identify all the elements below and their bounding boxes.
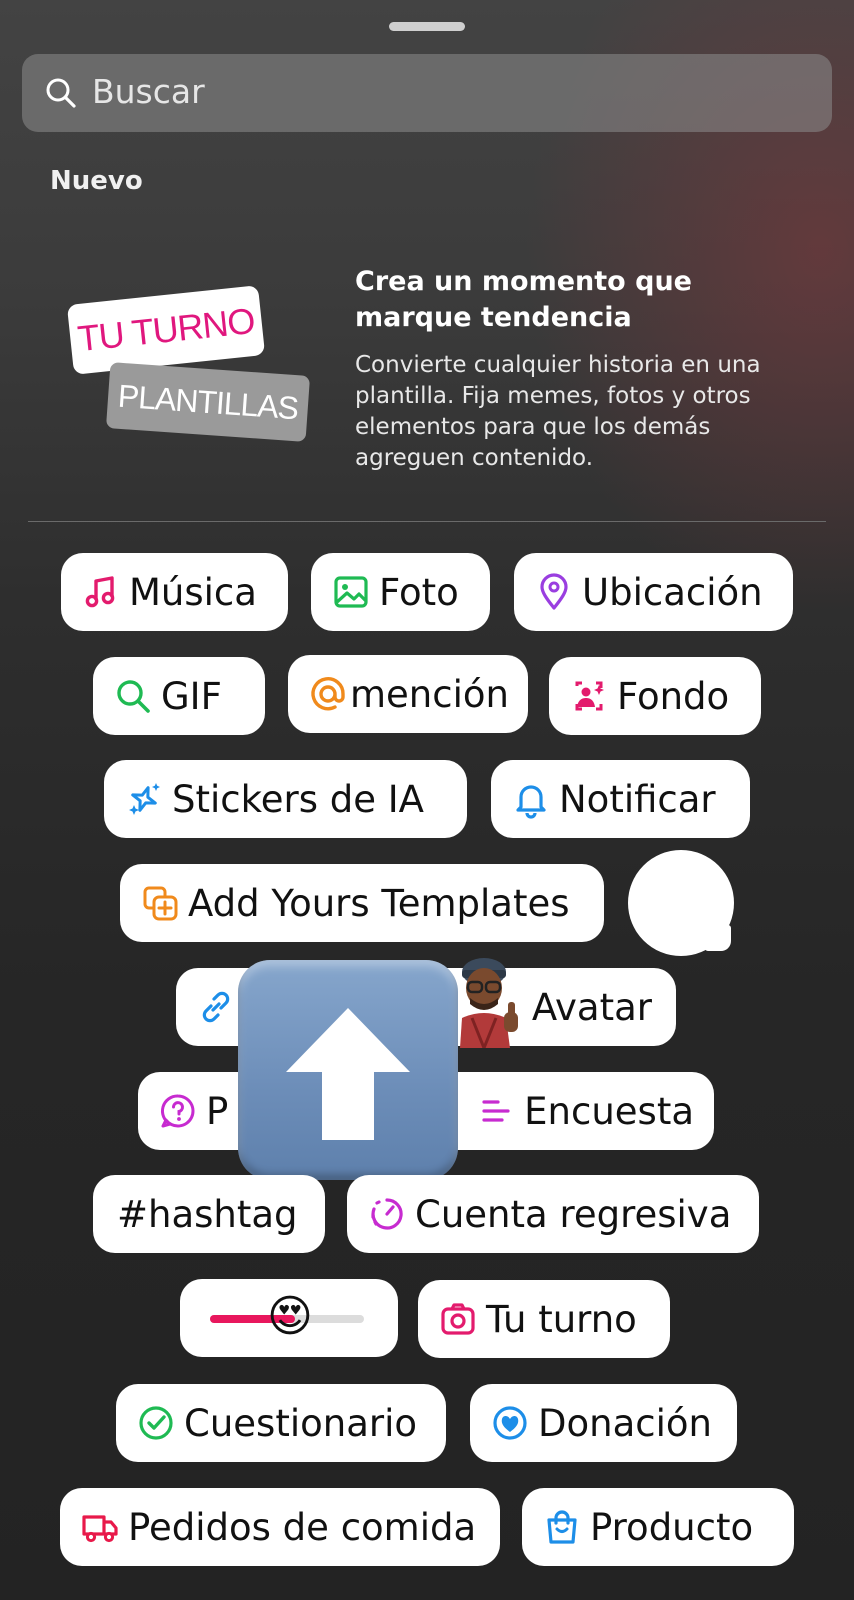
emoji-slider-track: 😍 [210, 1291, 364, 1342]
location-pin-icon [534, 572, 574, 612]
product-sticker-button[interactable]: Producto [522, 1488, 794, 1566]
link-icon[interactable] [196, 987, 236, 1027]
food-orders-label: Pedidos de comida [128, 1505, 477, 1549]
add-template-icon [140, 883, 180, 923]
tag-tu-turno: TU TURNO [66, 285, 266, 375]
gif-label: GIF [161, 674, 222, 718]
search-gif-icon [113, 676, 153, 716]
ai-stickers-button[interactable]: Stickers de IA [104, 760, 467, 838]
emoji-reaction-sticker[interactable]: 😍 [628, 850, 734, 956]
food-delivery-icon [80, 1507, 120, 1547]
divider [28, 521, 826, 522]
hashtag-label: #hashtag [117, 1193, 298, 1236]
background-sticker-button[interactable]: Fondo [549, 657, 761, 735]
question-icon[interactable] [158, 1091, 198, 1131]
poll-icon [476, 1091, 516, 1131]
photo-icon [331, 572, 371, 612]
emoji-slider-knob: 😍 [267, 1291, 313, 1342]
gif-sticker-button[interactable]: GIF [93, 657, 265, 735]
shopping-bag-icon [542, 1507, 582, 1547]
bell-icon [511, 779, 551, 819]
quiz-label: Cuestionario [184, 1401, 418, 1445]
mention-sticker-button[interactable]: mención [288, 655, 528, 733]
ai-stickers-label: Stickers de IA [172, 777, 424, 821]
promo-title: Crea un momento que marque tendencia [355, 266, 692, 333]
sheet-drag-handle[interactable] [389, 22, 465, 31]
search-input[interactable]: Buscar [92, 70, 205, 114]
countdown-label: Cuenta regresiva [415, 1192, 732, 1236]
add-yours-promo-art[interactable]: TU TURNO PLANTILLAS [60, 285, 320, 455]
section-title-new: Nuevo [50, 166, 143, 196]
threads-at-icon [308, 674, 348, 714]
music-sticker-button[interactable]: Música [61, 553, 288, 631]
product-label: Producto [590, 1505, 754, 1549]
avatar-figure-icon [460, 958, 518, 1048]
music-icon [81, 572, 121, 612]
notify-label: Notificar [559, 777, 716, 821]
music-label: Música [129, 570, 257, 614]
camera-icon [438, 1299, 478, 1339]
upload-arrow-overlay[interactable] [238, 960, 458, 1180]
emoji-slider-sticker-button[interactable]: 😍 [180, 1279, 398, 1357]
add-yours-label: Tu turno [486, 1297, 637, 1341]
countdown-icon [367, 1194, 407, 1234]
donation-sticker-button[interactable]: Donación [470, 1384, 737, 1462]
location-sticker-button[interactable]: Ubicación [514, 553, 793, 631]
promo-description: Convierte cualquier historia en una plan… [355, 352, 761, 471]
ai-sparkle-icon [124, 779, 164, 819]
food-orders-sticker-button[interactable]: Pedidos de comida [60, 1488, 500, 1566]
hashtag-sticker-button[interactable]: #hashtag [93, 1175, 325, 1253]
mention-label: mención [350, 672, 509, 716]
photo-sticker-button[interactable]: Foto [311, 553, 490, 631]
question-label-partial[interactable]: P [206, 1090, 228, 1133]
donation-label: Donación [538, 1401, 712, 1445]
poll-label[interactable]: Encuesta [524, 1090, 694, 1133]
search-bar[interactable]: Buscar [22, 54, 832, 132]
tag-plantillas: PLANTILLAS [105, 362, 311, 442]
donation-heart-icon [490, 1403, 530, 1443]
photo-label: Foto [379, 570, 459, 614]
search-icon [44, 76, 78, 110]
countdown-sticker-button[interactable]: Cuenta regresiva [347, 1175, 759, 1253]
notify-sticker-button[interactable]: Notificar [491, 760, 750, 838]
add-yours-templates-label: Add Yours Templates [188, 881, 570, 925]
add-yours-templates-button[interactable]: Add Yours Templates [120, 864, 604, 942]
upload-arrow-icon [286, 1008, 410, 1140]
hashtag-text: #hashtag [117, 1192, 298, 1236]
background-label: Fondo [617, 674, 730, 718]
background-person-icon [569, 676, 609, 716]
check-circle-icon [136, 1403, 176, 1443]
avatar-label[interactable]: Avatar [532, 986, 652, 1029]
location-label: Ubicación [582, 570, 763, 614]
add-yours-sticker-button[interactable]: Tu turno [418, 1280, 670, 1358]
quiz-sticker-button[interactable]: Cuestionario [116, 1384, 446, 1462]
